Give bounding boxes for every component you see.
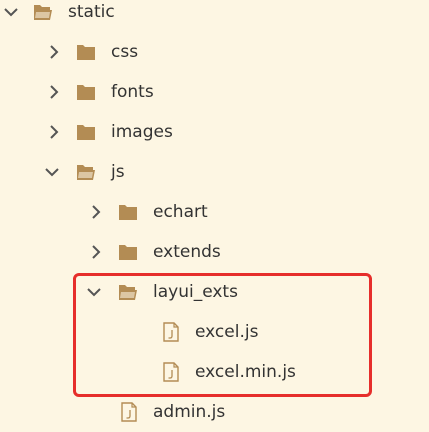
chevron-down-icon[interactable] bbox=[3, 4, 19, 20]
tree-item-extends[interactable]: extends bbox=[0, 232, 429, 272]
tree-item-label: extends bbox=[153, 242, 221, 262]
tree-item-label: static bbox=[68, 2, 115, 22]
chevron-right-icon[interactable] bbox=[88, 204, 104, 220]
folder-icon bbox=[119, 205, 137, 220]
folder-icon bbox=[77, 125, 95, 140]
folder-open-icon bbox=[77, 165, 95, 180]
tree-item-admin-js[interactable]: admin.js bbox=[0, 392, 429, 432]
highlight-box bbox=[73, 273, 372, 397]
chevron-right-icon[interactable] bbox=[46, 124, 62, 140]
folder-icon bbox=[77, 45, 95, 60]
chevron-down-icon[interactable] bbox=[44, 164, 60, 180]
chevron-right-icon[interactable] bbox=[88, 244, 104, 260]
chevron-right-icon[interactable] bbox=[46, 44, 62, 60]
tree-item-css[interactable]: css bbox=[0, 32, 429, 72]
folder-open-icon bbox=[34, 5, 52, 20]
tree-item-label: images bbox=[111, 122, 173, 142]
tree-item-fonts[interactable]: fonts bbox=[0, 72, 429, 112]
folder-icon bbox=[119, 245, 137, 260]
js-file-icon bbox=[121, 402, 137, 422]
file-tree: static css fonts images js echart extend… bbox=[0, 0, 429, 425]
tree-item-label: js bbox=[111, 162, 125, 182]
tree-item-images[interactable]: images bbox=[0, 112, 429, 152]
tree-item-js[interactable]: js bbox=[0, 152, 429, 192]
tree-item-label: css bbox=[111, 42, 139, 62]
folder-icon bbox=[77, 85, 95, 100]
tree-item-label: echart bbox=[153, 202, 208, 222]
chevron-right-icon[interactable] bbox=[46, 84, 62, 100]
tree-item-label: admin.js bbox=[153, 402, 226, 422]
tree-item-label: fonts bbox=[111, 82, 154, 102]
tree-item-static[interactable]: static bbox=[0, 0, 429, 32]
tree-item-echart[interactable]: echart bbox=[0, 192, 429, 232]
